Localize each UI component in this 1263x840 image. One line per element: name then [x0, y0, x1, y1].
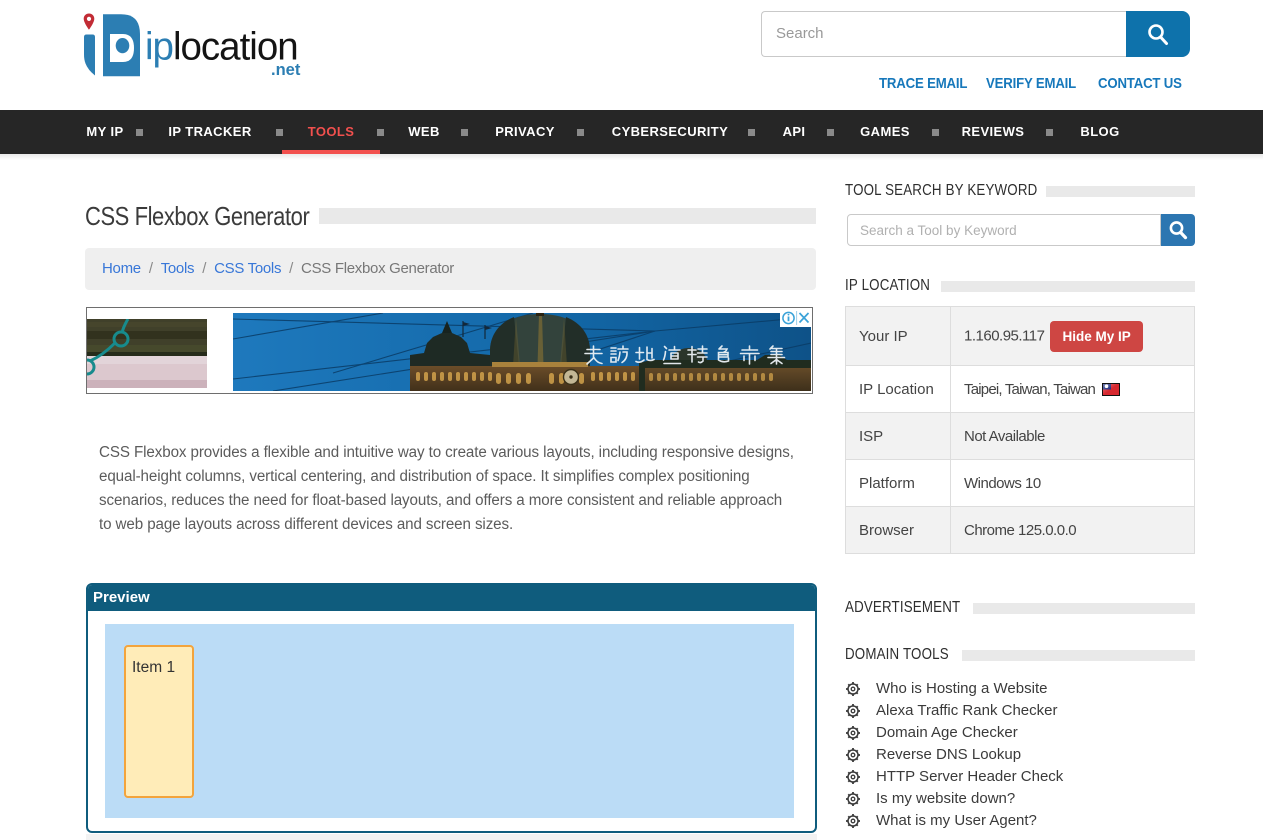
svg-text:.net: .net — [271, 61, 301, 79]
